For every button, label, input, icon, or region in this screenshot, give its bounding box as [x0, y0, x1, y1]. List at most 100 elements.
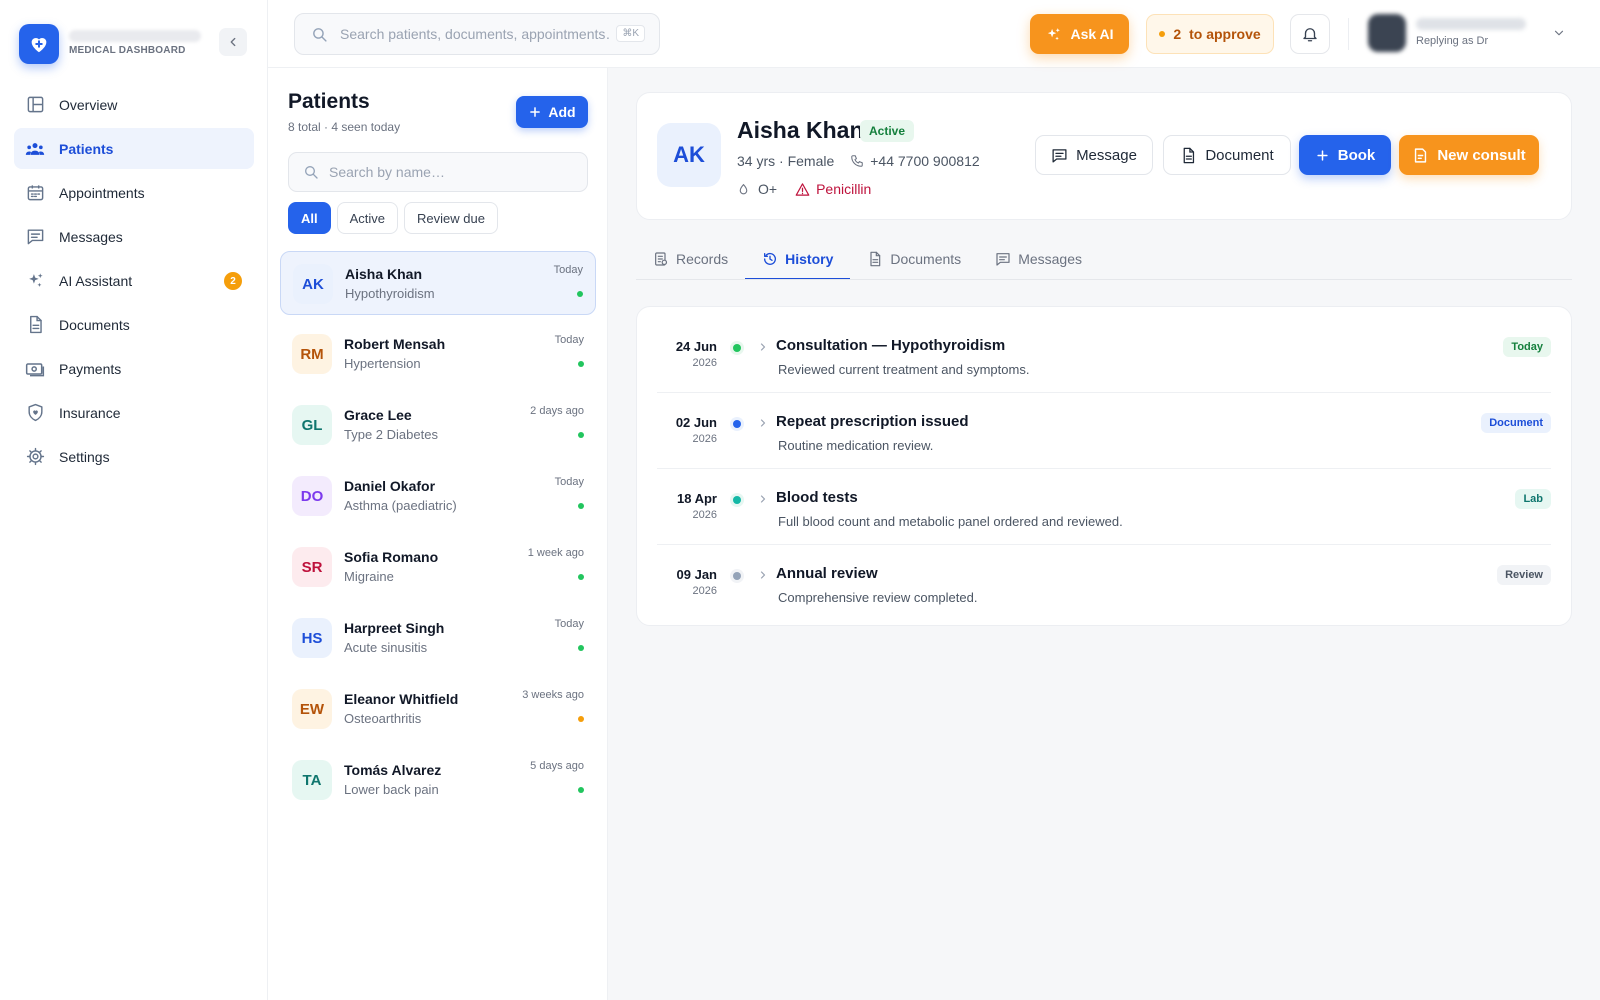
message-icon — [996, 253, 1010, 266]
warning-icon — [795, 182, 810, 196]
sidebar-item-label: Payments — [59, 360, 122, 377]
chevron-right-icon[interactable] — [757, 569, 769, 581]
sidebar-item-label: Appointments — [59, 184, 145, 201]
add-patient-button[interactable]: Add — [516, 96, 588, 128]
patient-row-status-dot — [577, 291, 583, 297]
filter-review-due[interactable]: Review due — [404, 202, 498, 234]
document-icon — [25, 315, 45, 335]
phone-icon — [850, 154, 864, 168]
bell-icon — [1303, 28, 1317, 42]
sidebar-item-messages[interactable]: Messages — [14, 216, 254, 257]
patient-age-sex: 34 yrs · Female — [737, 153, 835, 169]
message-icon — [1052, 148, 1067, 163]
detail-tabs: Records History Documents Messages — [636, 240, 1099, 280]
history-tag: Review — [1497, 565, 1551, 585]
user-avatar[interactable] — [1368, 14, 1406, 52]
sidebar-item-appointments[interactable]: Appointments — [14, 172, 254, 213]
sidebar-item-settings[interactable]: Settings — [14, 436, 254, 477]
patient-row[interactable]: AK Aisha Khan Hypothyroidism Today — [280, 251, 596, 315]
search-icon — [305, 166, 318, 179]
calendar-icon — [25, 183, 45, 203]
history-year: 2026 — [692, 357, 717, 369]
book-button[interactable]: Book — [1299, 135, 1391, 175]
sidebar-item-ai-assistant[interactable]: AI Assistant 2 — [14, 260, 254, 301]
user-menu-toggle[interactable] — [1552, 26, 1566, 40]
sidebar-item-patients[interactable]: Patients — [14, 128, 254, 169]
global-search-input[interactable] — [340, 26, 610, 42]
filter-active[interactable]: Active — [336, 202, 399, 234]
sidebar-item-documents[interactable]: Documents — [14, 304, 254, 345]
ai-assistant-badge: 2 — [224, 272, 242, 290]
history-item[interactable]: 02 Jun 2026 Repeat prescription issued Rout… — [657, 393, 1551, 469]
chevron-right-icon[interactable] — [757, 417, 769, 429]
blood-type: O+ — [758, 181, 778, 197]
chevron-left-icon — [230, 37, 236, 47]
history-year: 2026 — [692, 433, 717, 445]
tab-history[interactable]: History — [745, 240, 851, 280]
brand-name-redacted — [69, 30, 201, 42]
new-consult-button[interactable]: New consult — [1399, 135, 1539, 175]
top-bar: ⌘K Ask AI 2 to approve Replying as Dr — [268, 0, 1600, 68]
patient-search-input[interactable] — [329, 164, 569, 180]
patient-row[interactable]: EW Eleanor Whitfield Osteoarthritis 3 weeks… — [280, 677, 596, 741]
chevron-right-icon[interactable] — [757, 493, 769, 505]
sidebar-item-overview[interactable]: Overview — [14, 84, 254, 125]
document-icon — [870, 251, 881, 267]
history-item[interactable]: 18 Apr 2026 Blood tests Full blood count an… — [657, 469, 1551, 545]
global-search[interactable]: ⌘K — [294, 13, 660, 55]
patient-row-avatar: EW — [292, 689, 332, 729]
history-dot — [733, 420, 741, 428]
filter-all[interactable]: All — [288, 202, 331, 234]
patient-row[interactable]: DO Daniel Okafor Asthma (paediatric) Today — [280, 464, 596, 528]
ask-ai-button[interactable]: Ask AI — [1030, 14, 1129, 54]
patient-row[interactable]: RM Robert Mensah Hypertension Today — [280, 322, 596, 386]
patient-row[interactable]: SR Sofia Romano Migraine 1 week ago — [280, 535, 596, 599]
patient-row-time: 3 weeks ago — [522, 689, 584, 701]
consult-note-icon — [1415, 147, 1427, 163]
tab-messages[interactable]: Messages — [978, 240, 1099, 280]
document-button-label: Document — [1205, 146, 1274, 164]
sidebar-item-label: Overview — [59, 96, 118, 113]
patient-row-avatar: GL — [292, 405, 332, 445]
patient-row-time: Today — [553, 264, 583, 276]
patient-phone[interactable]: +44 7700 900812 — [870, 153, 979, 169]
patient-clinical: O+ Penicillin — [737, 181, 871, 197]
tab-label: Messages — [1018, 251, 1082, 267]
replying-as: Replying as Dr — [1416, 35, 1489, 47]
tabs-divider — [636, 279, 1572, 280]
patient-row-status-dot — [578, 361, 584, 367]
history-title: Consultation — Hypothyroidism — [776, 337, 1006, 354]
patient-row-time: 1 week ago — [527, 547, 584, 559]
brand-logo[interactable] — [19, 24, 59, 64]
patient-search[interactable] — [288, 152, 588, 192]
patient-row[interactable]: TA Tomás Alvarez Lower back pain 5 days ago — [280, 748, 596, 812]
document-button[interactable]: Document — [1163, 135, 1291, 175]
add-patient-label: Add — [548, 104, 576, 120]
records-icon — [655, 252, 668, 266]
notifications-button[interactable] — [1290, 14, 1330, 54]
collapse-sidebar-button[interactable] — [219, 28, 247, 56]
history-item[interactable]: 09 Jan 2026 Annual review Comprehensive rev… — [657, 545, 1551, 621]
message-button[interactable]: Message — [1035, 135, 1153, 175]
users-icon — [25, 139, 45, 159]
tab-documents[interactable]: Documents — [850, 240, 978, 280]
heart-plus-icon — [31, 38, 47, 53]
patient-row-condition: Asthma (paediatric) — [344, 498, 457, 513]
history-dot — [733, 496, 741, 504]
banknote-icon — [25, 359, 45, 379]
patient-row[interactable]: GL Grace Lee Type 2 Diabetes 2 days ago — [280, 393, 596, 457]
chevron-right-icon[interactable] — [757, 341, 769, 353]
patient-row[interactable]: HS Harpreet Singh Acute sinusitis Today — [280, 606, 596, 670]
patient-row-condition: Lower back pain — [344, 782, 439, 797]
approvals-dot — [1159, 31, 1166, 37]
brand-subtitle: MEDICAL DASHBOARD — [69, 45, 186, 56]
patient-row-status-dot — [578, 432, 584, 438]
sidebar-item-payments[interactable]: Payments — [14, 348, 254, 389]
history-title: Repeat prescription issued — [776, 413, 969, 430]
tab-records[interactable]: Records — [636, 240, 745, 280]
history-item[interactable]: 24 Jun 2026 Consultation — Hypothyroidism R… — [657, 317, 1551, 393]
sidebar-item-insurance[interactable]: Insurance — [14, 392, 254, 433]
approvals-button[interactable]: 2 to approve — [1146, 14, 1274, 54]
history-description: Full blood count and metabolic panel ord… — [778, 514, 1123, 529]
patient-row-avatar: AK — [293, 264, 333, 304]
